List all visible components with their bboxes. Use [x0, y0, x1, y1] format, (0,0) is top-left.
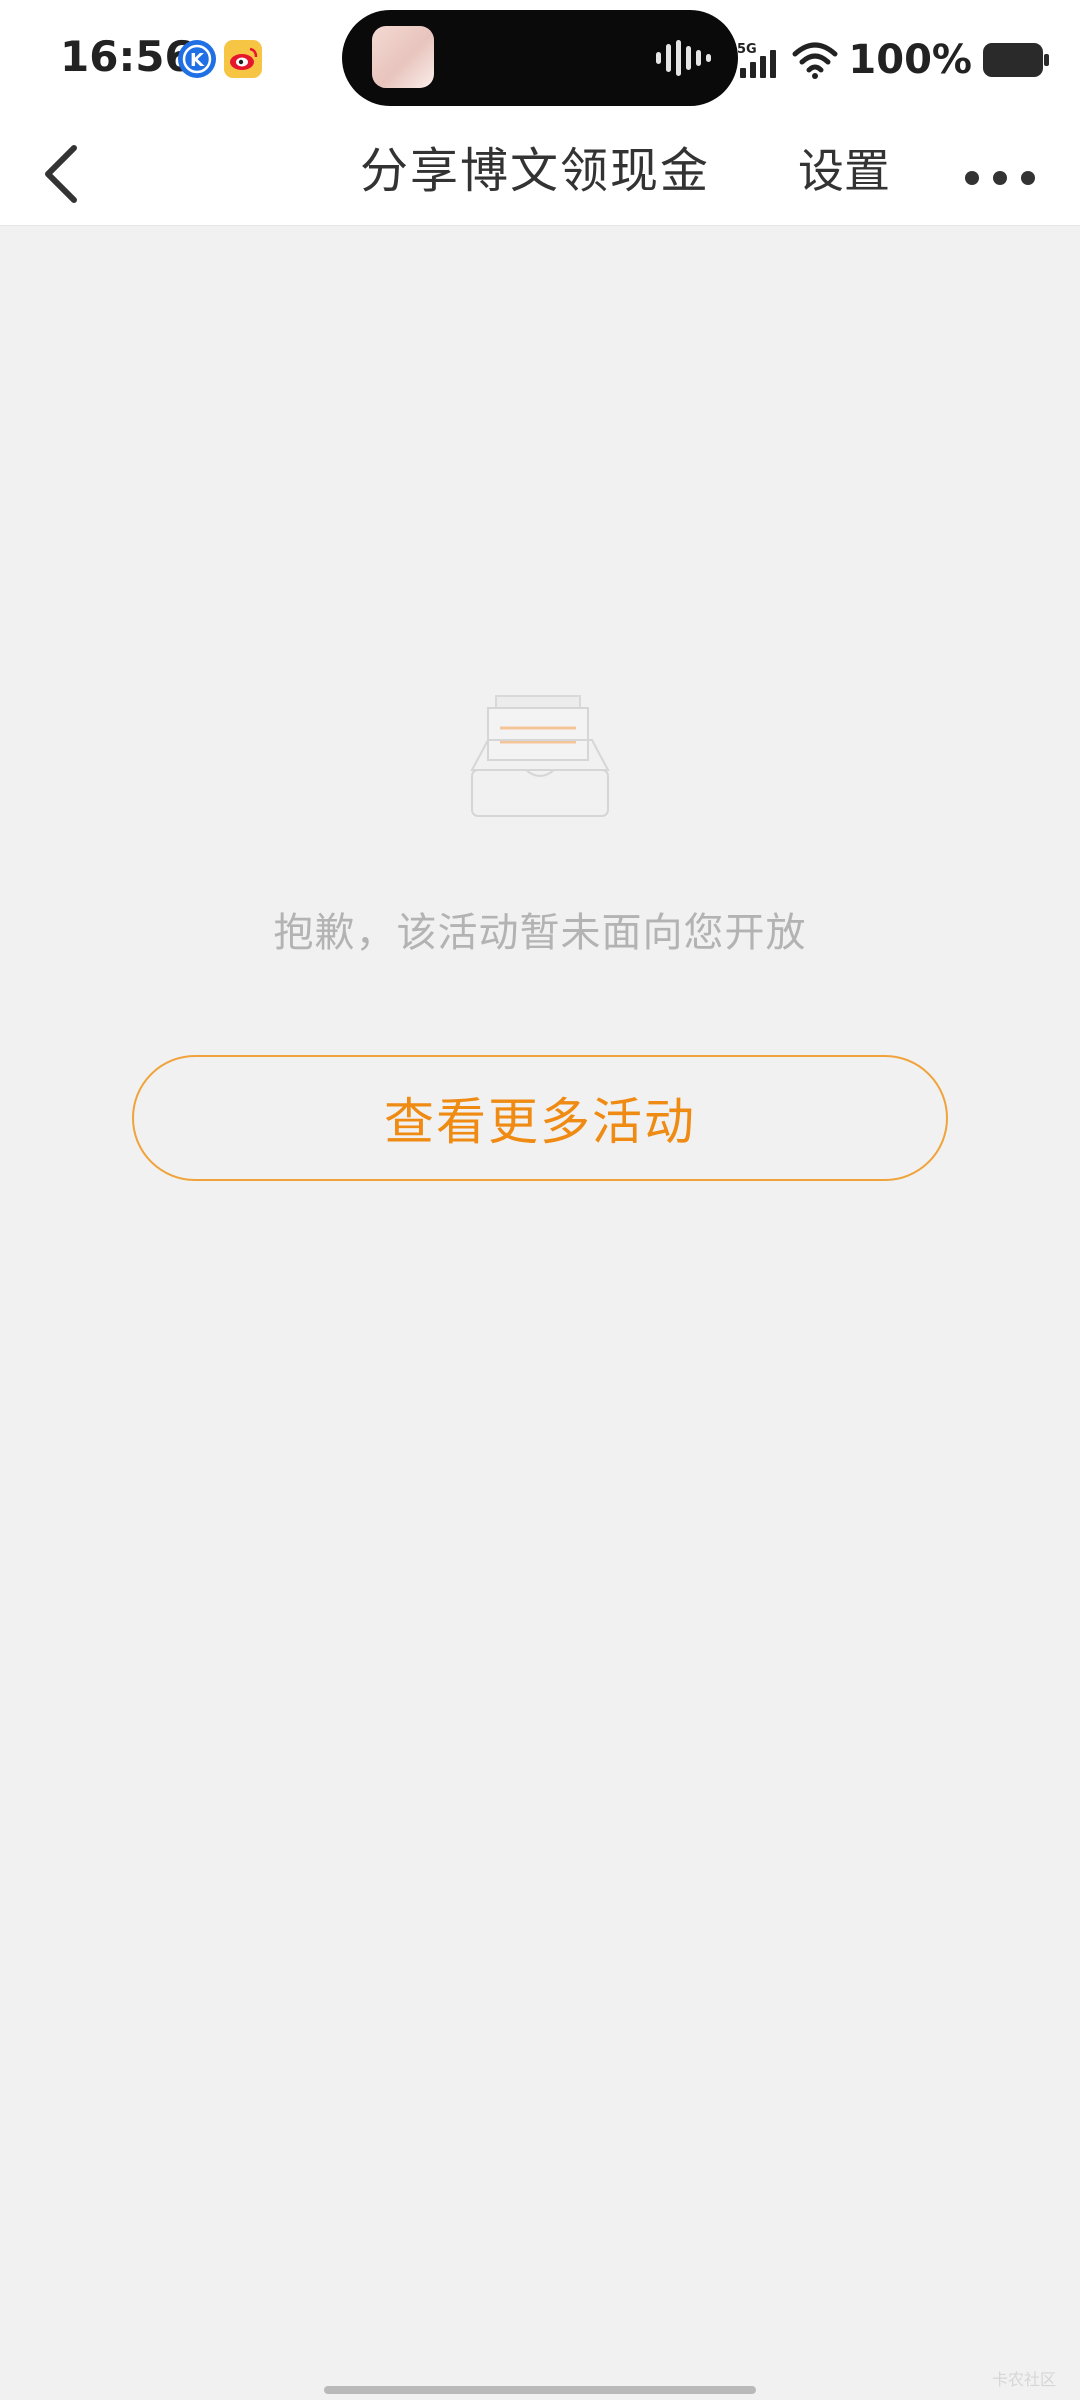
weibo-icon [224, 40, 262, 78]
svg-text:K: K [190, 50, 205, 71]
dynamic-island[interactable] [342, 10, 738, 106]
empty-inbox-icon [470, 695, 610, 817]
network-type-label: 5G [737, 42, 757, 57]
battery-percentage: 100% [848, 37, 972, 83]
wifi-icon [792, 42, 838, 79]
audio-wave-icon [656, 40, 711, 76]
chevron-left-icon [45, 145, 77, 203]
navigation-bar: 分享博文领现金 设置 [0, 120, 1080, 226]
back-button[interactable] [26, 134, 106, 214]
cellular-signal-icon: 5G [737, 42, 777, 78]
k-app-icon: K [178, 40, 216, 78]
settings-button[interactable]: 设置 [798, 136, 890, 206]
home-indicator[interactable] [324, 2386, 756, 2394]
view-more-activities-button[interactable]: 查看更多活动 [132, 1055, 948, 1181]
empty-state-message: 抱歉，该活动暂未面向您开放 [273, 910, 807, 956]
status-indicators: 5G 100% [736, 30, 1050, 90]
status-time: 16:56 [60, 32, 194, 81]
watermark: 卡农社区 [991, 2370, 1056, 2389]
battery-icon [983, 43, 1049, 77]
more-dots-icon [965, 171, 1035, 185]
media-thumbnail[interactable] [372, 26, 434, 88]
status-bar: 16:56 K 5G 100% [0, 0, 1080, 120]
page-title: 分享博文领现金 [360, 143, 711, 199]
more-button[interactable] [960, 140, 1060, 210]
